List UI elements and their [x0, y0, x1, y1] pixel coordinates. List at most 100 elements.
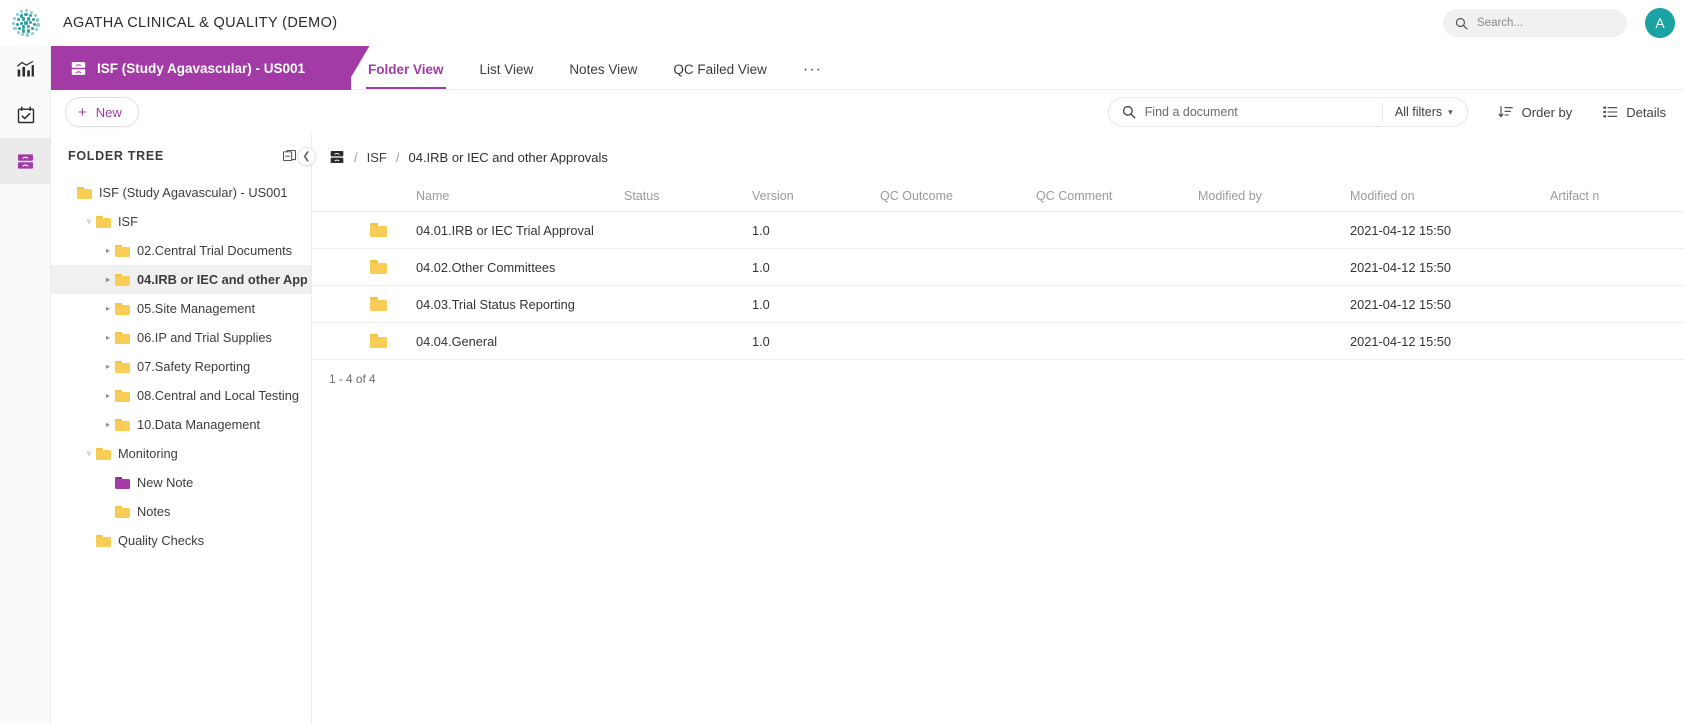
folder-icon: [370, 334, 387, 348]
tree-item[interactable]: ISF (Study Agavascular) - US001: [51, 178, 311, 207]
table-row[interactable]: 04.01.IRB or IEC Trial Approval 1.0 2021-0…: [312, 212, 1684, 249]
twisty-expanded-icon[interactable]: ▿: [82, 449, 96, 458]
avatar[interactable]: A: [1645, 8, 1675, 38]
folder-icon: [115, 418, 130, 431]
twisty-collapsed-icon[interactable]: ▸: [101, 391, 115, 400]
tree-item-label: New Note: [137, 475, 194, 490]
rail-item-analytics[interactable]: [0, 46, 51, 92]
row-name: 04.02.Other Committees: [416, 259, 556, 275]
folder-icon: [115, 360, 130, 373]
folder-tree-title: FOLDER TREE: [68, 149, 164, 163]
tree-item[interactable]: ▸ 07.Safety Reporting: [51, 352, 311, 381]
col-header-name[interactable]: Name: [416, 189, 624, 203]
find-document-input[interactable]: Find a document: [1145, 105, 1238, 119]
row-name: 04.03.Trial Status Reporting: [416, 296, 575, 312]
tree-item-label: 04.IRB or IEC and other Approv: [137, 272, 307, 287]
table-row[interactable]: 04.04.General 1.0 2021-04-12 15:50: [312, 323, 1684, 360]
tree-item[interactable]: ▿ ISF: [51, 207, 311, 236]
twisty-collapsed-icon[interactable]: ▸: [101, 275, 115, 284]
tree-item-label: 07.Safety Reporting: [137, 359, 251, 374]
row-modified-on: 2021-04-12 15:50: [1350, 333, 1452, 349]
tree-item[interactable]: ▿ Monitoring: [51, 439, 311, 468]
folder-icon: [370, 223, 387, 237]
tabs-overflow-button[interactable]: ···: [803, 61, 822, 89]
order-by-button[interactable]: Order by: [1498, 104, 1572, 120]
twisty-collapsed-icon[interactable]: ▸: [101, 304, 115, 313]
twisty-collapsed-icon[interactable]: ▸: [101, 246, 115, 255]
row-version: 1.0: [752, 333, 770, 349]
new-button[interactable]: + New: [65, 97, 139, 127]
twisty-collapsed-icon[interactable]: ▸: [101, 333, 115, 342]
documents-table: Name Status Version QC Outcome QC Commen…: [312, 180, 1684, 398]
tree-item-label: 08.Central and Local Testing: [137, 388, 299, 403]
study-tab[interactable]: ISF (Study Agavascular) - US001: [51, 46, 351, 90]
left-rail: [0, 46, 51, 724]
row-name: 04.04.General: [416, 333, 498, 349]
tree-item[interactable]: Quality Checks: [51, 526, 311, 555]
tree-item[interactable]: ▸ 05.Site Management: [51, 294, 311, 323]
col-header-modified-by[interactable]: Modified by: [1198, 189, 1350, 203]
agatha-dot-circle-logo: [9, 6, 43, 40]
folder-tree-header: FOLDER TREE: [51, 134, 311, 178]
global-search-placeholder: Search...: [1477, 17, 1524, 29]
breadcrumb-separator-2: /: [395, 149, 400, 165]
collapse-tree-button[interactable]: ❮: [297, 147, 316, 166]
details-button[interactable]: Details: [1602, 104, 1666, 120]
folder-purple-icon: [115, 476, 130, 489]
tree-item-label: Quality Checks: [118, 533, 205, 548]
binder-drawer-icon: [70, 60, 87, 77]
twisty-collapsed-icon[interactable]: ▸: [101, 420, 115, 429]
row-folder-icon-cell: [312, 334, 416, 348]
col-header-status[interactable]: Status: [624, 189, 752, 203]
folder-tree-panel: FOLDER TREE ISF (Study Agavascular) - US…: [51, 134, 312, 724]
tree-item[interactable]: ▸ 08.Central and Local Testing: [51, 381, 311, 410]
col-header-version[interactable]: Version: [752, 189, 880, 203]
folder-icon: [96, 215, 111, 228]
tab-list-view[interactable]: List View: [480, 62, 534, 89]
tab-folder-view[interactable]: Folder View: [366, 62, 446, 89]
breadcrumb-item-isf[interactable]: ISF: [367, 150, 387, 165]
tree-item-label: Monitoring: [118, 446, 178, 461]
tab-notes-view[interactable]: Notes View: [569, 62, 637, 89]
plus-icon: +: [78, 103, 87, 121]
rail-item-binder[interactable]: [0, 138, 51, 184]
twisty-expanded-icon[interactable]: ▿: [82, 217, 96, 226]
col-header-qc-outcome[interactable]: QC Outcome: [880, 189, 1036, 203]
twisty-collapsed-icon[interactable]: ▸: [101, 362, 115, 371]
binder-drawer-icon: [17, 153, 34, 169]
tree-item[interactable]: Notes: [51, 497, 311, 526]
find-document-container: Find a document All filters ▾: [1107, 97, 1468, 127]
col-header-modified-on[interactable]: Modified on: [1350, 189, 1550, 203]
tree-item[interactable]: ▸ 10.Data Management: [51, 410, 311, 439]
breadcrumb-item-current: 04.IRB or IEC and other Approvals: [408, 149, 608, 165]
tree-item[interactable]: New Note: [51, 468, 311, 497]
row-folder-icon-cell: [312, 223, 416, 237]
tree-item-label: 02.Central Trial Documents: [137, 243, 293, 258]
tree-item[interactable]: ▸ 02.Central Trial Documents: [51, 236, 311, 265]
table-row[interactable]: 04.02.Other Committees 1.0 2021-04-12 15:5…: [312, 249, 1684, 286]
folder-icon: [115, 331, 130, 344]
tab-qc-failed-view[interactable]: QC Failed View: [673, 62, 767, 89]
row-version: 1.0: [752, 296, 770, 312]
view-tabstrip: Folder View List View Notes View QC Fail…: [351, 46, 1684, 90]
all-filters-dropdown[interactable]: All filters ▾: [1383, 105, 1467, 119]
tree-item[interactable]: ▸ 06.IP and Trial Supplies: [51, 323, 311, 352]
global-search-input[interactable]: Search...: [1443, 9, 1627, 37]
row-modified-on: 2021-04-12 15:50: [1350, 296, 1452, 312]
breadcrumb-separator-1: /: [354, 149, 358, 165]
study-tab-label: ISF (Study Agavascular) - US001: [97, 60, 306, 76]
table-row[interactable]: 04.03.Trial Status Reporting 1.0 2021-04-1…: [312, 286, 1684, 323]
breadcrumb: / ISF / 04.IRB or IEC and other Approval…: [312, 134, 1684, 180]
tree-item[interactable]: ▸ 04.IRB or IEC and other Approv: [51, 265, 311, 294]
collapse-panel-icon[interactable]: [282, 149, 297, 164]
content-toolbar: + New Find a document All filters ▾ Orde…: [51, 90, 1684, 134]
col-header-qc-comment[interactable]: QC Comment: [1036, 189, 1198, 203]
col-header-artifact[interactable]: Artifact n: [1550, 189, 1684, 203]
folder-icon: [370, 260, 387, 274]
folder-icon: [115, 244, 130, 257]
new-button-label: New: [95, 104, 122, 120]
details-list-icon: [1603, 106, 1618, 118]
rail-item-tasks[interactable]: [0, 92, 51, 138]
table-header-row: Name Status Version QC Outcome QC Commen…: [312, 180, 1684, 212]
binder-drawer-icon[interactable]: [329, 149, 345, 165]
